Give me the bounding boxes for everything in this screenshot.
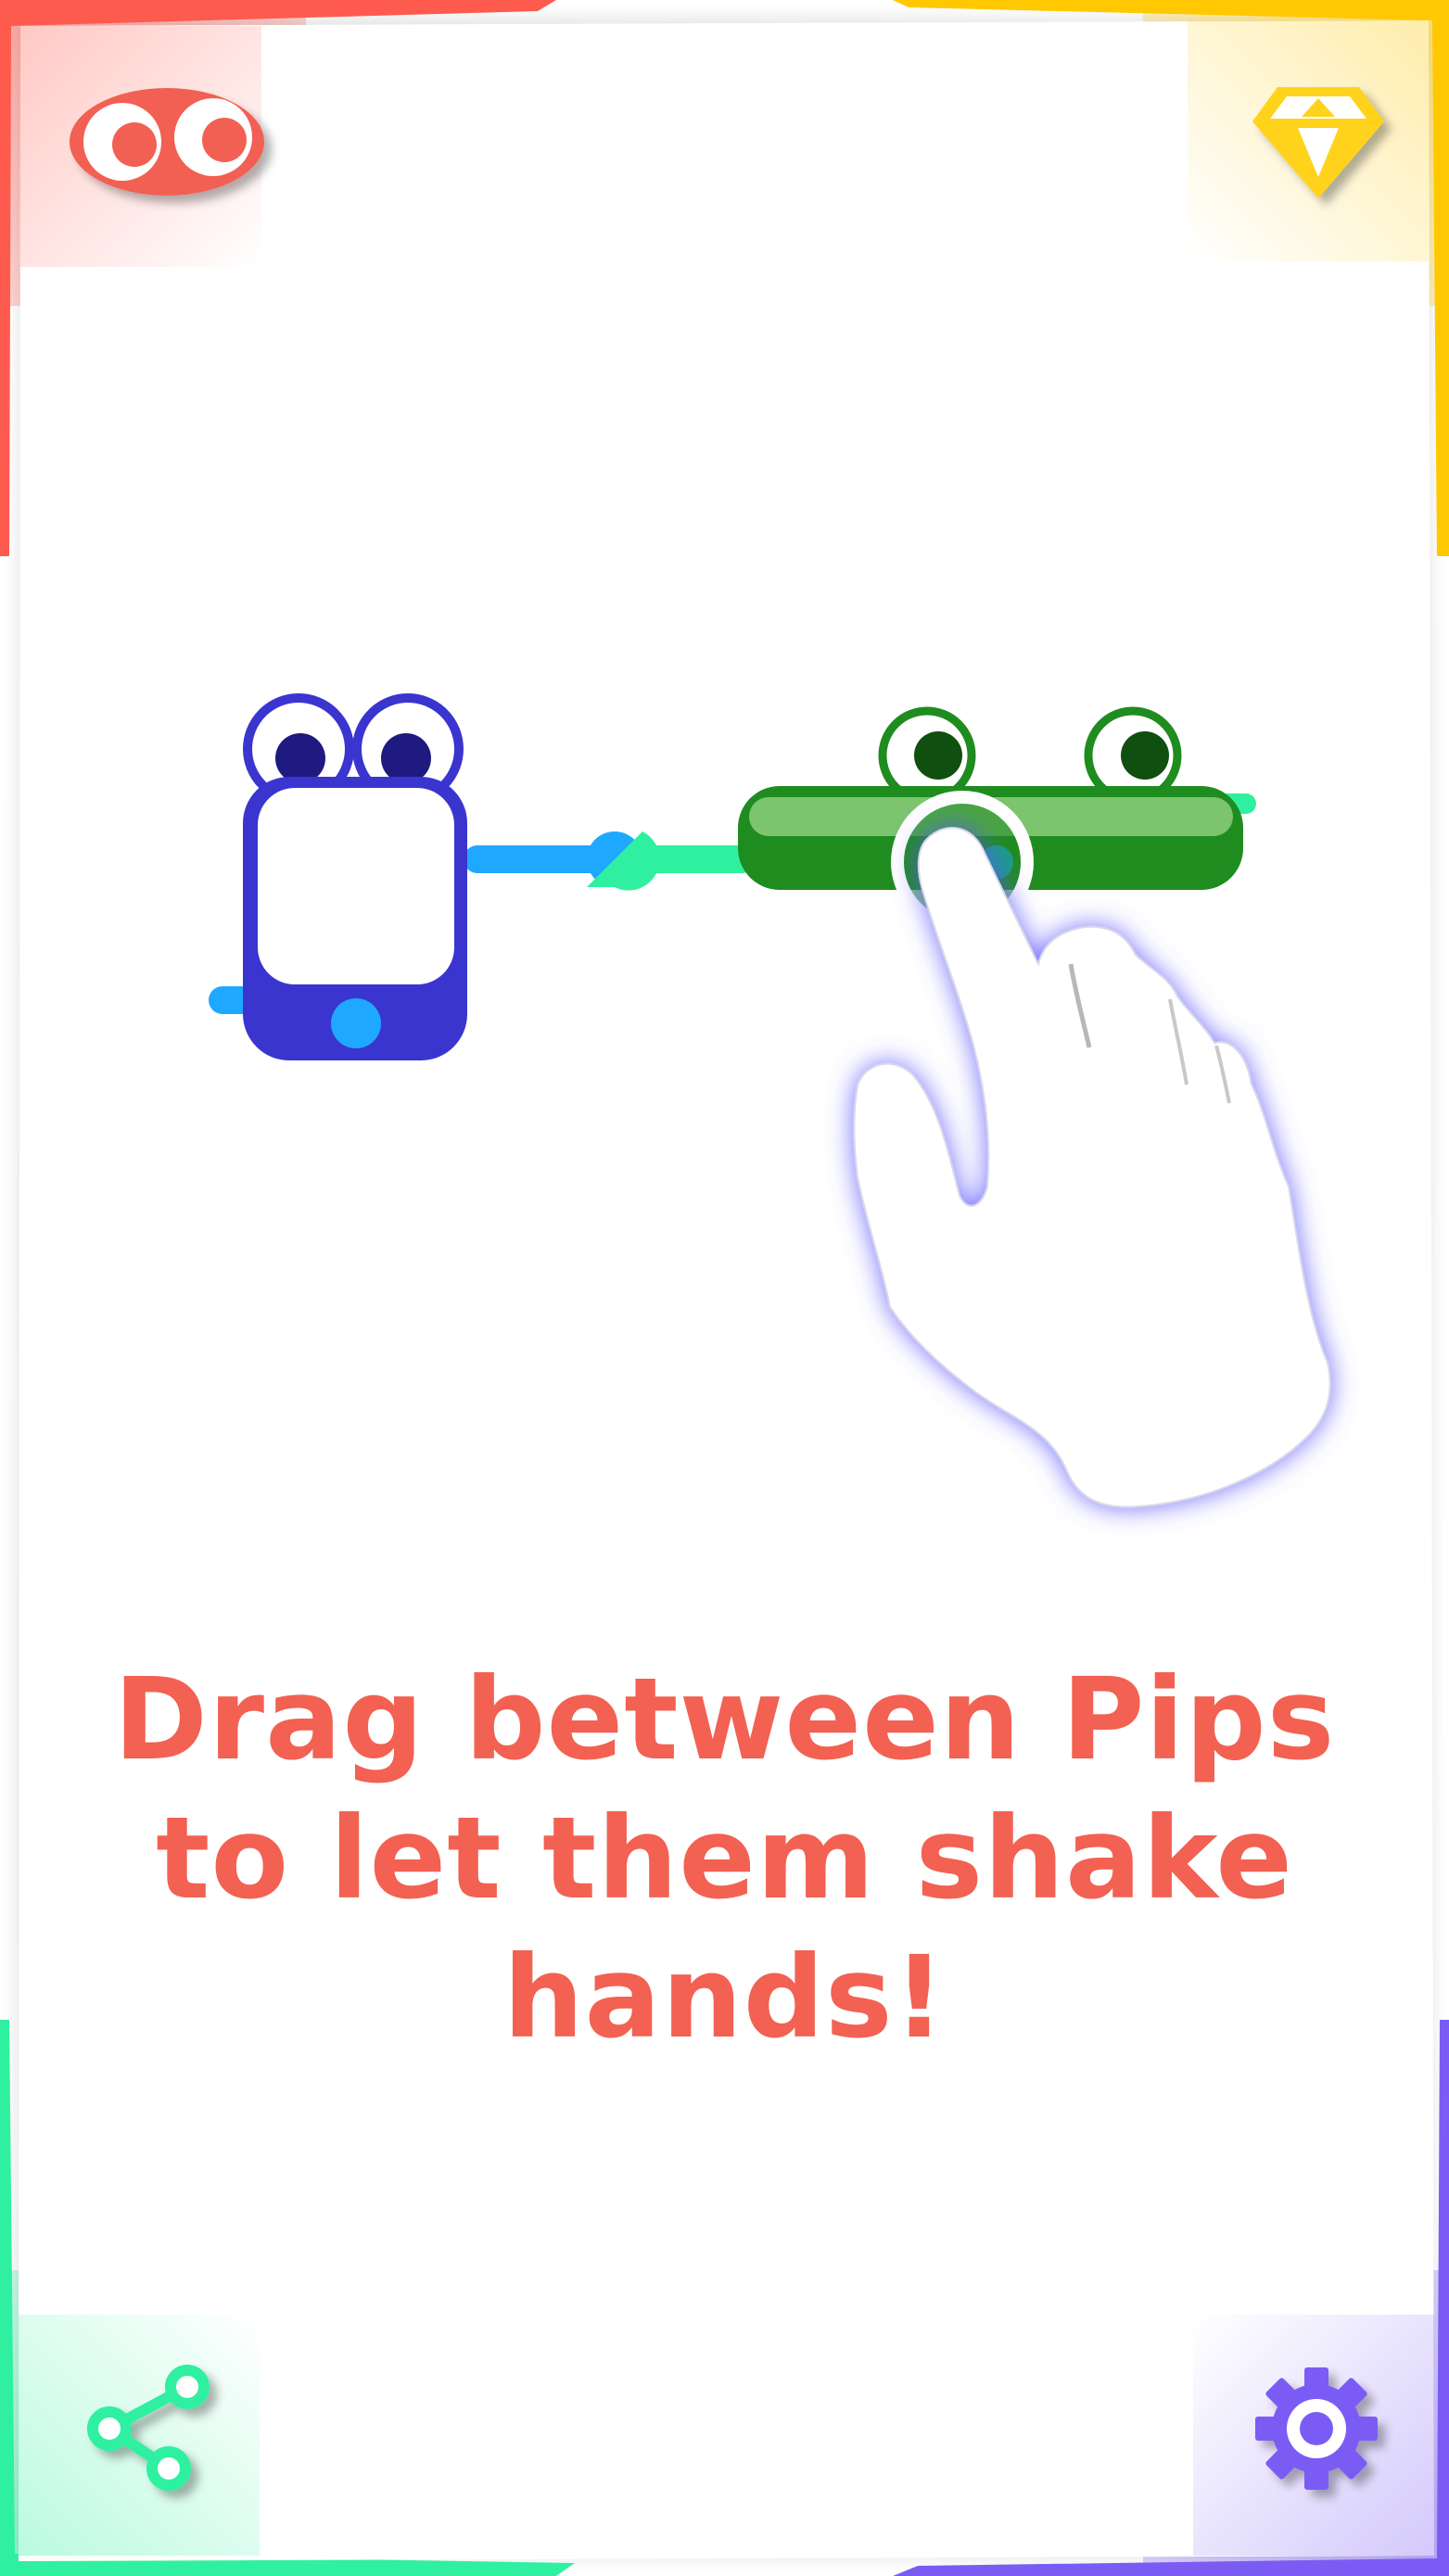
pointing-hand-icon (853, 827, 1331, 1508)
instruction-line-2: to let them shake (156, 1793, 1293, 1924)
game-screen: Drag between Pips to let them shake hand… (0, 0, 1449, 2576)
phone-pip[interactable] (243, 693, 467, 1060)
game-board (209, 693, 1331, 1508)
instruction-text: Drag between Pips to let them shake hand… (74, 1650, 1375, 2067)
phone-pip-button (331, 998, 381, 1048)
instruction-line-3: hands! (502, 1932, 947, 2063)
instruction-line-1: Drag between Pips (113, 1654, 1336, 1785)
